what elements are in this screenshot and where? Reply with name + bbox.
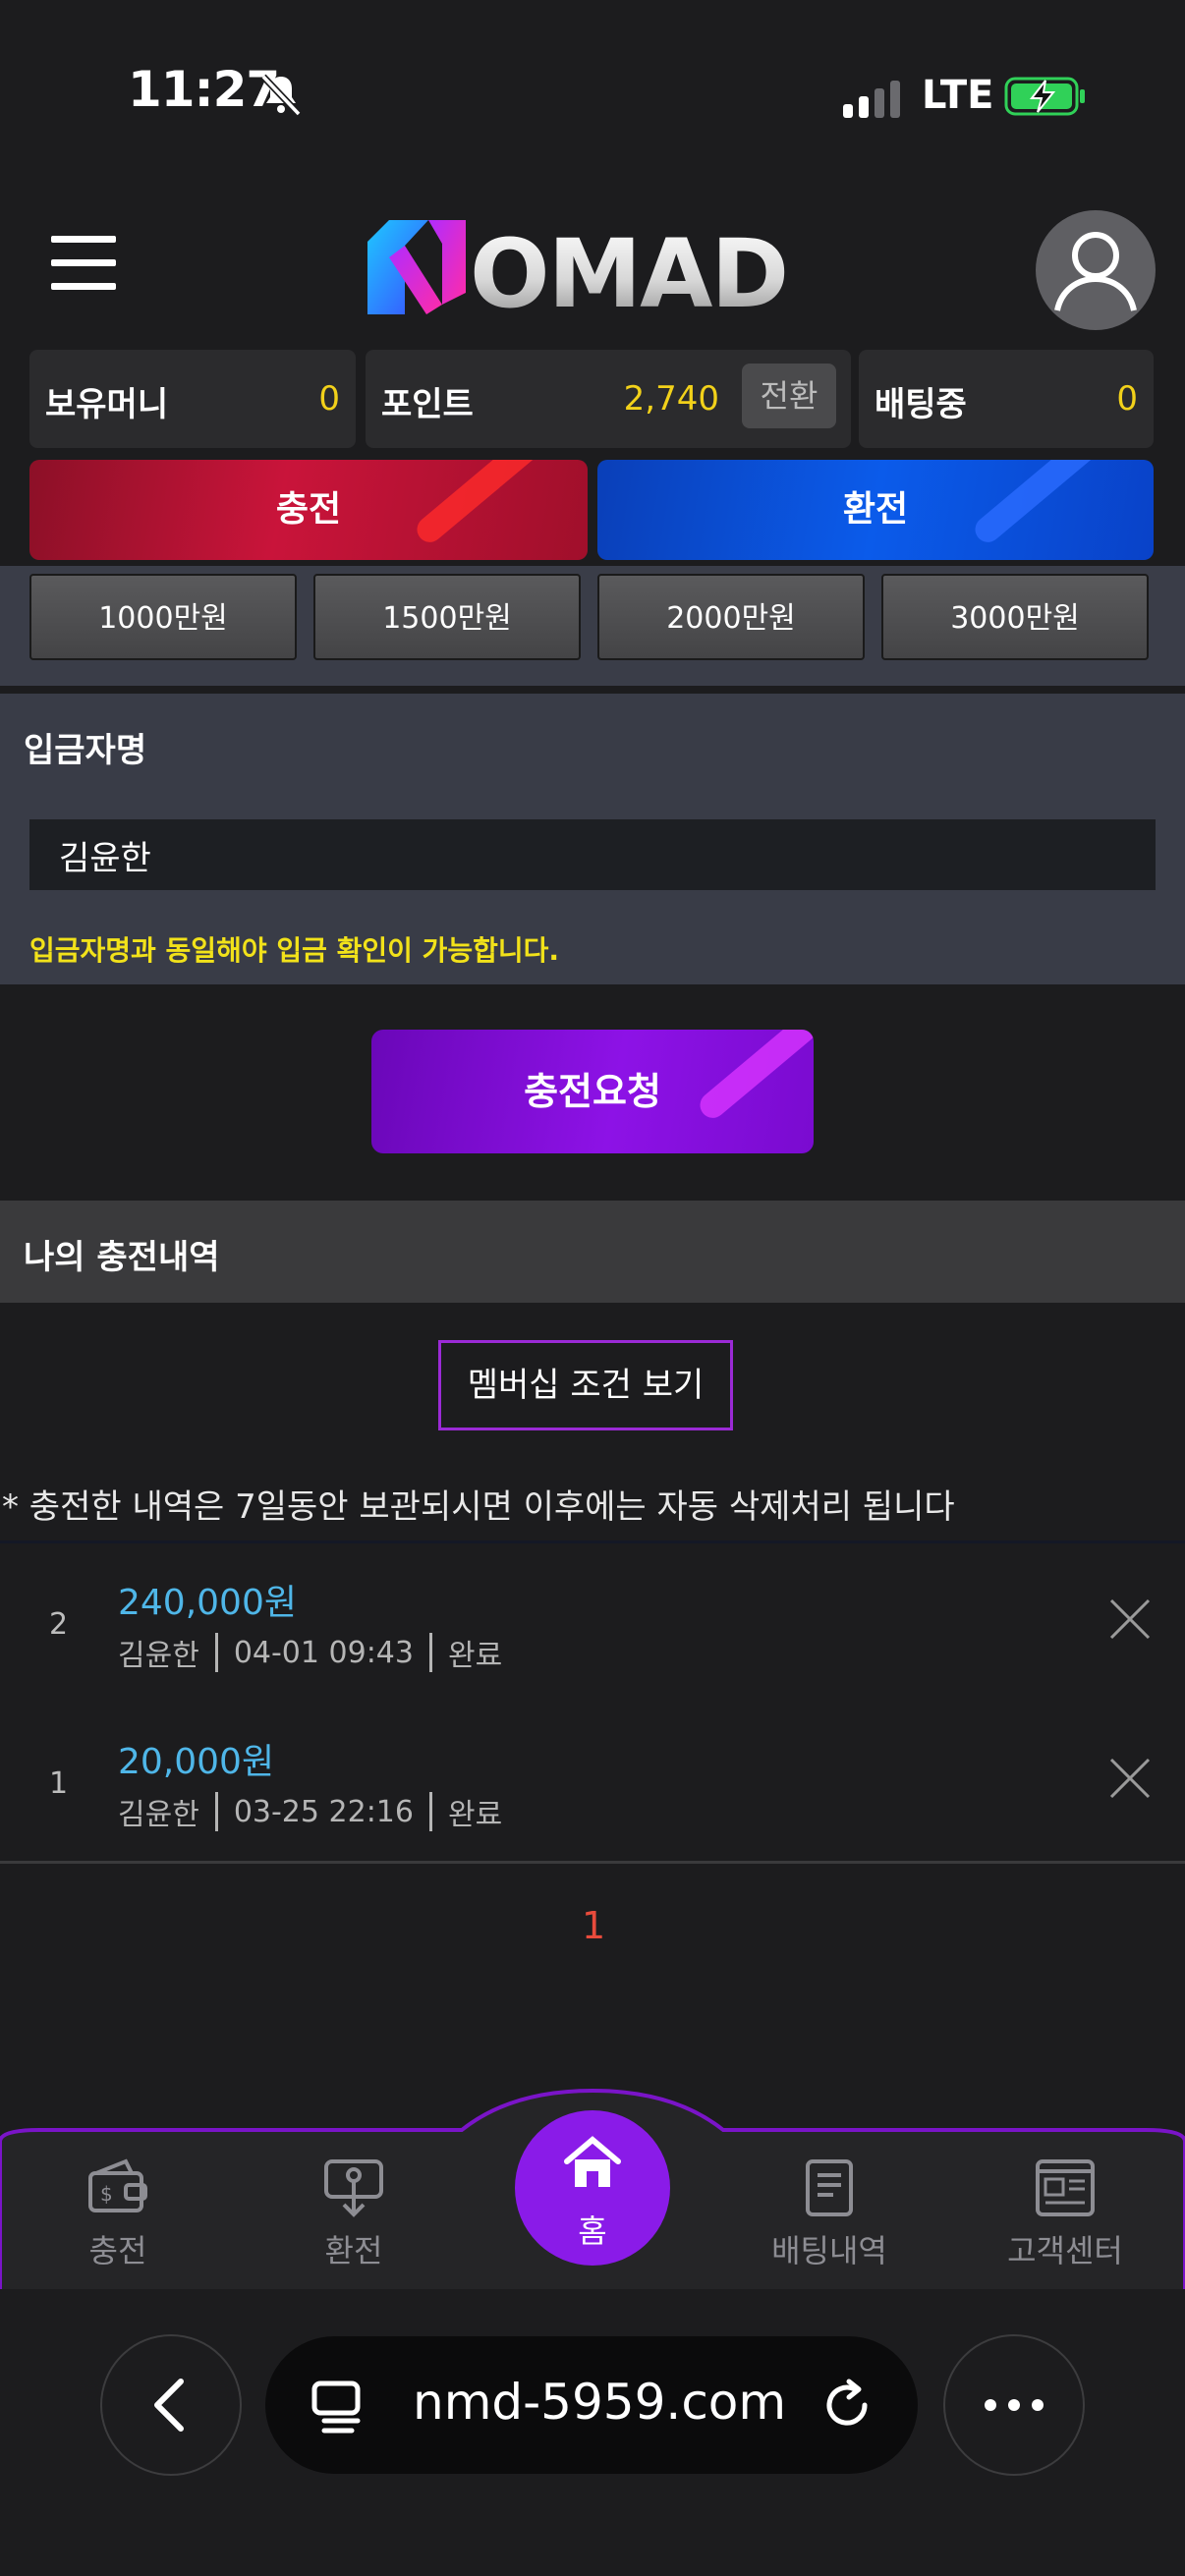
history-row-amount: 240,000원 [118,1583,297,1623]
nav-support[interactable]: 고객센터 [987,2157,1144,2271]
history-row-status: 완료 [447,1639,503,1673]
nav-bet-history[interactable]: 배팅내역 [751,2157,908,2271]
depositor-name-input[interactable] [29,819,1156,890]
nav-withdraw-label: 환전 [324,2232,383,2269]
deposit-request-label: 충전요청 [524,1070,661,1113]
nav-deposit-label: 충전 [88,2232,147,2269]
withdraw-label: 환전 [842,489,909,530]
amount-chip-2000[interactable]: 2000만원 [597,574,865,660]
svg-text:$: $ [100,2182,113,2206]
withdraw-icon [324,2159,383,2217]
divider [0,1540,1185,1543]
battery-charging-icon [1004,77,1085,116]
history-row-index: 1 [49,1766,69,1801]
nav-withdraw[interactable]: 환전 [275,2157,432,2271]
history-row-index: 2 [49,1607,69,1642]
depositor-note: 입금자명과 동일해야 입금 확인이 가능합니다. [29,934,560,967]
history-row-meta: 김윤한 03-25 22:16 완료 [118,1790,502,1833]
point-label: 포인트 [381,385,474,424]
newspaper-icon [1036,2159,1095,2216]
point-card: 포인트 2,740 전환 [366,350,851,448]
history-row-datetime: 03-25 22:16 [233,1794,414,1829]
delete-close-icon[interactable] [1108,1757,1152,1800]
history-row-name: 김윤한 [118,1639,199,1673]
pagination-current-page[interactable]: 1 [582,1904,605,1947]
home-icon [564,2136,621,2187]
history-row-datetime: 04-01 09:43 [233,1635,414,1670]
nav-deposit[interactable]: $ 충전 [39,2157,197,2271]
history-row-name: 김윤한 [118,1798,199,1832]
depositor-title: 입금자명 [24,731,147,770]
betting-value: 0 [1116,379,1138,419]
user-avatar-icon[interactable] [1036,210,1156,330]
signal-icon [843,81,900,118]
browser-back-button[interactable] [100,2334,242,2476]
deposit-request-button[interactable]: 충전요청 [371,1030,814,1153]
more-dots-icon [985,2399,1044,2411]
chevron-left-icon [154,2379,184,2432]
history-row-amount: 20,000원 [118,1742,275,1782]
point-value: 2,740 [623,379,719,419]
withdraw-tab-button[interactable]: 환전 [597,460,1154,560]
history-row-status: 완료 [447,1798,503,1832]
money-label: 보유머니 [45,385,169,424]
delete-close-icon[interactable] [1108,1597,1152,1641]
divider [0,1861,1185,1864]
retention-note: * 충전한 내역은 7일동안 보관되시면 이후에는 자동 삭제처리 됩니다 [2,1487,955,1527]
betting-card: 배팅중 0 [859,350,1154,448]
reader-icon [311,2380,361,2434]
history-title: 나의 충전내역 [24,1238,220,1277]
amount-chip-1500[interactable]: 1500만원 [313,574,581,660]
money-card: 보유머니 0 [29,350,356,448]
history-row-meta: 김윤한 04-01 09:43 완료 [118,1631,502,1674]
nav-support-label: 고객센터 [1007,2232,1123,2269]
amount-chip-1000[interactable]: 1000만원 [29,574,297,660]
url-text: nmd-5959.com [413,2374,787,2431]
browser-more-button[interactable] [943,2334,1085,2476]
wallet-icon: $ [88,2158,147,2212]
convert-button[interactable]: 전환 [742,364,836,428]
url-bar[interactable]: nmd-5959.com [265,2336,918,2474]
deposit-tab-button[interactable]: 충전 [29,460,588,560]
document-icon [806,2159,853,2216]
menu-icon[interactable] [51,236,116,293]
network-label: LTE [922,73,994,118]
bell-muted-icon [260,74,302,117]
nav-home-button[interactable]: 홈 [515,2110,670,2266]
reload-icon[interactable] [819,2376,878,2435]
betting-label: 배팅중 [875,385,967,424]
svg-text:OMAD: OMAD [470,219,787,316]
money-value: 0 [318,379,340,419]
nav-home-label: 홈 [578,2212,607,2250]
membership-conditions-button[interactable]: 멤버십 조건 보기 [438,1340,733,1430]
nav-bet-history-label: 배팅내역 [771,2232,887,2269]
deposit-label: 충전 [275,489,342,530]
amount-chip-3000[interactable]: 3000만원 [881,574,1149,660]
nomad-logo[interactable]: OMAD [367,218,819,316]
